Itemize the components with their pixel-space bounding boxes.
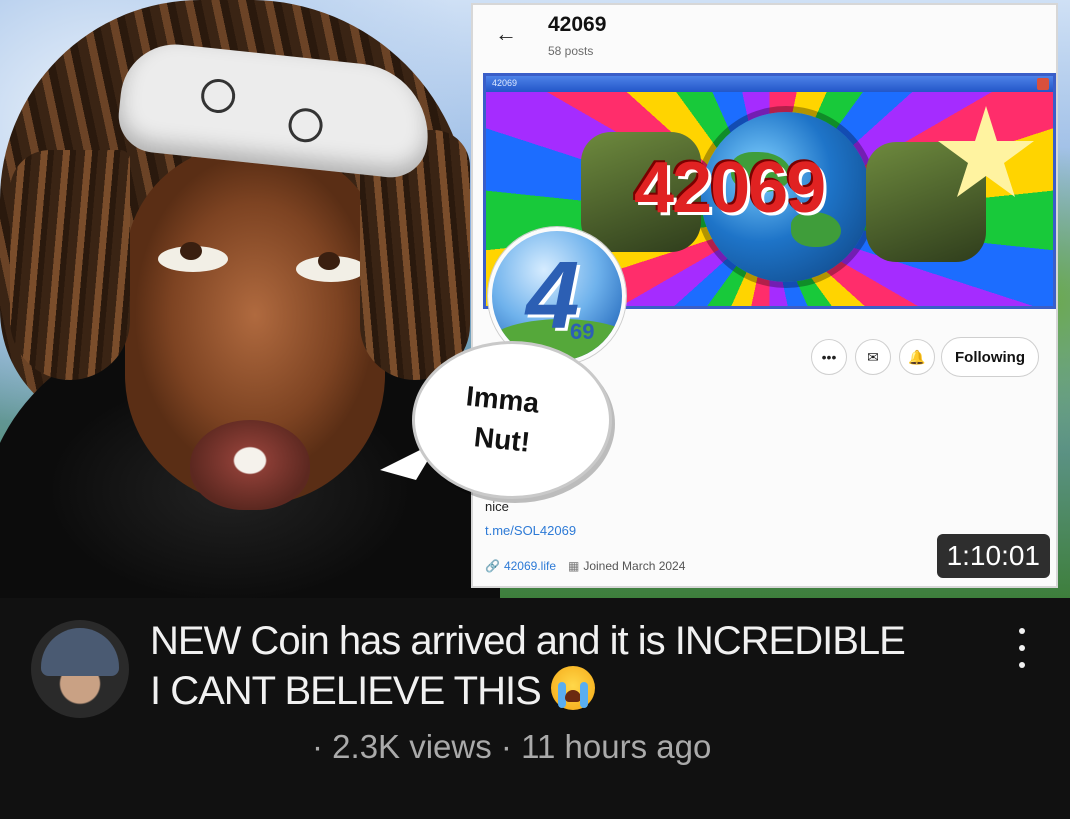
profile-meta-row: 🔗 42069.life ▦ Joined March 2024 (485, 559, 685, 573)
crying-face-emoji (550, 666, 595, 710)
video-title-line2-row: I CANT BELIEVE THIS (150, 666, 1000, 716)
mouth (190, 420, 310, 510)
profile-header: ← 42069 58 posts (473, 5, 1056, 67)
upload-age: 11 hours ago (521, 728, 712, 765)
video-duration-badge: 1:10:01 (936, 534, 1050, 578)
back-arrow-icon: ← (495, 21, 517, 46)
calendar-icon: ▦ (568, 559, 580, 573)
avatar-hat (41, 628, 119, 676)
paisley-mark (199, 77, 237, 115)
profile-bio-link: t.me/SOL42069 (485, 523, 577, 538)
mail-icon: ✉ (855, 339, 891, 375)
video-thumbnail[interactable]: ← 42069 58 posts 42069 42069 4 69 ••• ✉ … (0, 0, 1070, 598)
meta-separator: · (500, 728, 512, 765)
profile-card: ← 42069 58 posts 42069 42069 4 69 ••• ✉ … (471, 3, 1058, 588)
video-metadata: · 2.3K views · 11 hours ago (312, 728, 711, 766)
banner-window-titlebar: 42069 (486, 76, 1053, 92)
channel-avatar[interactable] (31, 620, 129, 718)
banner-title-text: 42069 (634, 148, 826, 228)
speech-bubble (412, 341, 612, 499)
paisley-mark (286, 106, 325, 144)
profile-post-count: 58 posts (548, 44, 594, 58)
profile-name: 42069 (548, 13, 607, 36)
avatar-subtext: 69 (570, 319, 595, 344)
profile-bio: nice (485, 499, 509, 514)
speech-bubble-text-line2: Nut! (472, 421, 532, 458)
view-count: 2.3K views (332, 728, 492, 765)
banner-window-title: 42069 (492, 78, 518, 88)
video-title[interactable]: NEW Coin has arrived and it is INCREDIBL… (150, 616, 1000, 716)
right-eye (296, 252, 366, 282)
more-options-icon: ••• (811, 339, 847, 375)
video-title-line2: I CANT BELIEVE THIS (150, 669, 542, 713)
meta-separator: · (312, 728, 323, 765)
profile-joined-date: Joined March 2024 (583, 559, 686, 573)
notify-icon: 🔔 (899, 339, 935, 375)
video-title-line1: NEW Coin has arrived and it is INCREDIBL… (150, 619, 906, 663)
more-vert-icon[interactable] (1012, 628, 1032, 668)
window-close-icon (1037, 78, 1049, 90)
hair-left (10, 150, 130, 380)
link-icon: 🔗 (485, 559, 500, 573)
profile-website: 42069.life (503, 559, 556, 573)
video-info-bar: NEW Coin has arrived and it is INCREDIBL… (0, 598, 1070, 819)
left-eye (158, 242, 228, 272)
following-button: Following (941, 337, 1039, 377)
person-image (0, 0, 500, 598)
